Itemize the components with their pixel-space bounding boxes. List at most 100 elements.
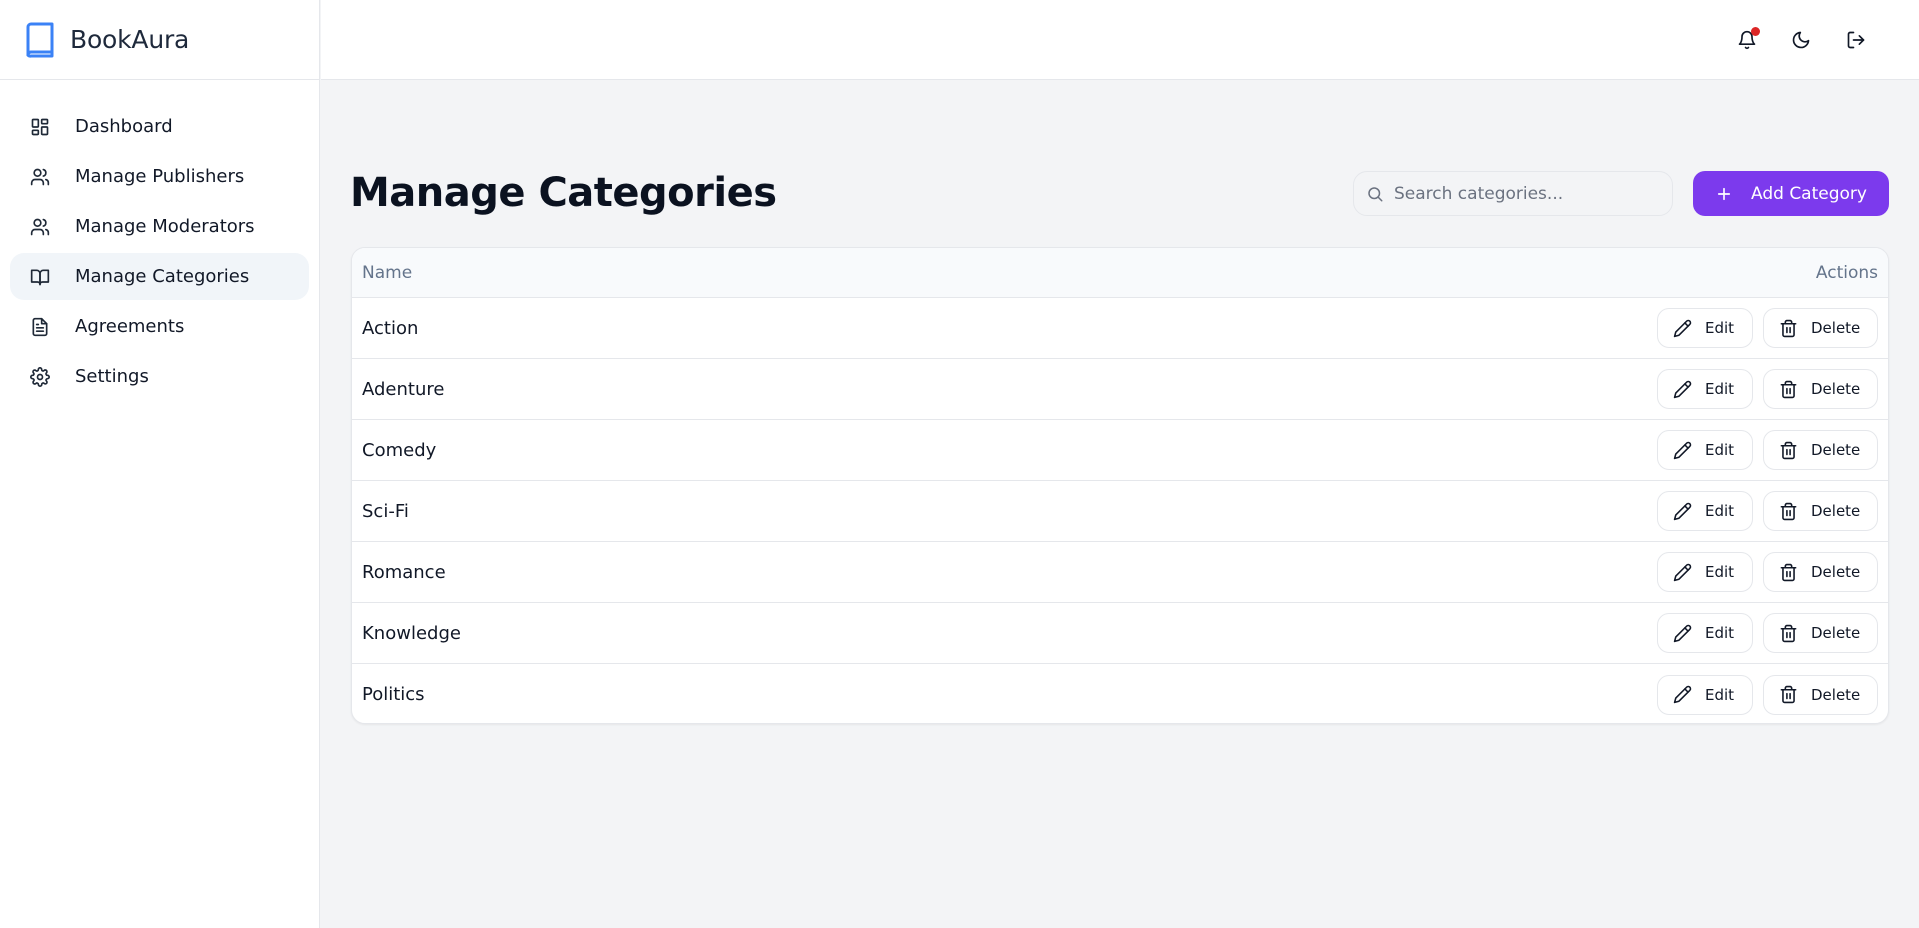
row-actions: Edit Delete xyxy=(1657,491,1878,531)
category-name: Romance xyxy=(362,561,446,583)
edit-button[interactable]: Edit xyxy=(1657,674,1753,715)
sidebar-item-publishers[interactable]: Manage Publishers xyxy=(10,153,309,200)
sidebar-item-label: Dashboard xyxy=(75,116,173,137)
delete-label: Delete xyxy=(1811,563,1861,581)
sidebar-item-label: Manage Moderators xyxy=(75,216,255,237)
pencil-icon xyxy=(1672,623,1692,643)
pencil-icon xyxy=(1672,440,1692,460)
sidebar-nav: Dashboard Manage Publishers Manage Moder… xyxy=(0,80,319,400)
sidebar-item-categories[interactable]: Manage Categories xyxy=(10,253,309,300)
trash-icon xyxy=(1778,440,1798,460)
users-icon xyxy=(30,217,50,237)
dashboard-grid-icon xyxy=(30,117,50,137)
delete-button[interactable]: Delete xyxy=(1763,552,1878,592)
row-actions: Edit Delete xyxy=(1657,613,1878,653)
edit-button[interactable]: Edit xyxy=(1657,552,1753,592)
sidebar-item-label: Manage Categories xyxy=(75,266,250,287)
sidebar-item-moderators[interactable]: Manage Moderators xyxy=(10,203,309,250)
delete-button[interactable]: Delete xyxy=(1763,674,1878,715)
notification-dot xyxy=(1751,27,1760,36)
trash-icon xyxy=(1778,623,1798,643)
row-actions: Edit Delete xyxy=(1657,308,1878,348)
row-actions: Edit Delete xyxy=(1657,552,1878,592)
category-name: Comedy xyxy=(362,439,437,461)
delete-label: Delete xyxy=(1811,441,1861,459)
delete-button[interactable]: Delete xyxy=(1763,491,1878,531)
sidebar-item-label: Agreements xyxy=(75,316,185,337)
brand[interactable]: BookAura xyxy=(0,0,319,80)
plus-icon xyxy=(1715,185,1733,203)
delete-label: Delete xyxy=(1811,319,1861,337)
add-category-button[interactable]: Add Category xyxy=(1693,171,1889,216)
row-actions: Edit Delete xyxy=(1657,430,1878,470)
sidebar-item-label: Manage Publishers xyxy=(75,166,245,187)
delete-label: Delete xyxy=(1811,502,1861,520)
table-row: Knowledge Edit Delete xyxy=(352,603,1888,664)
page-title: Manage Categories xyxy=(350,170,777,216)
table-row: Romance Edit Delete xyxy=(352,542,1888,603)
pencil-icon xyxy=(1672,562,1692,582)
table-row: Sci-Fi Edit Delete xyxy=(352,481,1888,542)
document-icon xyxy=(30,317,50,337)
sidebar-item-label: Settings xyxy=(75,366,149,387)
users-icon xyxy=(30,167,50,187)
edit-button[interactable]: Edit xyxy=(1657,491,1753,531)
category-name: Action xyxy=(362,317,419,339)
edit-button[interactable]: Edit xyxy=(1657,308,1753,348)
category-name: Politics xyxy=(362,684,425,705)
trash-icon xyxy=(1778,318,1798,338)
trash-icon xyxy=(1778,501,1798,521)
edit-label: Edit xyxy=(1705,685,1735,704)
row-actions: Edit Delete xyxy=(1657,369,1878,409)
search-input[interactable] xyxy=(1394,183,1654,204)
edit-label: Edit xyxy=(1705,441,1735,459)
row-actions: Edit Delete xyxy=(1657,674,1878,715)
gear-icon xyxy=(30,366,50,387)
topbar xyxy=(321,0,1919,80)
column-header-actions: Actions xyxy=(1815,262,1878,283)
table-header: Name Actions xyxy=(352,248,1888,298)
table-body: Action Edit Delete Adenture Edit Delete … xyxy=(352,298,1888,723)
table-row: Adenture Edit Delete xyxy=(352,359,1888,420)
edit-label: Edit xyxy=(1705,563,1735,581)
add-category-label: Add Category xyxy=(1751,183,1867,204)
sidebar-item-settings[interactable]: Settings xyxy=(10,353,309,400)
delete-button[interactable]: Delete xyxy=(1763,369,1878,409)
table-row: Action Edit Delete xyxy=(352,298,1888,359)
sidebar-item-dashboard[interactable]: Dashboard xyxy=(10,103,309,150)
categories-table: Name Actions Action Edit Delete Adenture… xyxy=(351,247,1889,724)
table-row: Politics Edit Delete xyxy=(352,664,1888,723)
category-name: Knowledge xyxy=(362,622,461,644)
category-name: Adenture xyxy=(362,378,445,400)
edit-label: Edit xyxy=(1705,319,1735,337)
brand-name: BookAura xyxy=(70,25,190,54)
search-box[interactable] xyxy=(1353,171,1673,216)
delete-label: Delete xyxy=(1811,685,1861,704)
delete-button[interactable]: Delete xyxy=(1763,430,1878,470)
sidebar-item-agreements[interactable]: Agreements xyxy=(10,303,309,350)
edit-button[interactable]: Edit xyxy=(1657,430,1753,470)
book-icon xyxy=(24,22,56,58)
trash-icon xyxy=(1778,562,1798,582)
pencil-icon xyxy=(1672,685,1692,705)
sidebar: BookAura Dashboard Manage Publishers Man… xyxy=(0,0,320,928)
bell-icon[interactable] xyxy=(1731,24,1763,56)
delete-label: Delete xyxy=(1811,380,1861,398)
pencil-icon xyxy=(1672,501,1692,521)
table-row: Comedy Edit Delete xyxy=(352,420,1888,481)
logout-icon[interactable] xyxy=(1840,24,1872,56)
edit-label: Edit xyxy=(1705,502,1735,520)
trash-icon xyxy=(1778,379,1798,399)
delete-button[interactable]: Delete xyxy=(1763,613,1878,653)
pencil-icon xyxy=(1672,318,1692,338)
moon-icon[interactable] xyxy=(1785,24,1817,56)
delete-label: Delete xyxy=(1811,624,1861,642)
category-name: Sci-Fi xyxy=(362,500,409,522)
edit-label: Edit xyxy=(1705,380,1735,398)
edit-button[interactable]: Edit xyxy=(1657,369,1753,409)
open-book-icon xyxy=(30,267,50,287)
edit-button[interactable]: Edit xyxy=(1657,613,1753,653)
search-icon xyxy=(1366,185,1384,203)
trash-icon xyxy=(1778,685,1798,705)
delete-button[interactable]: Delete xyxy=(1763,308,1878,348)
